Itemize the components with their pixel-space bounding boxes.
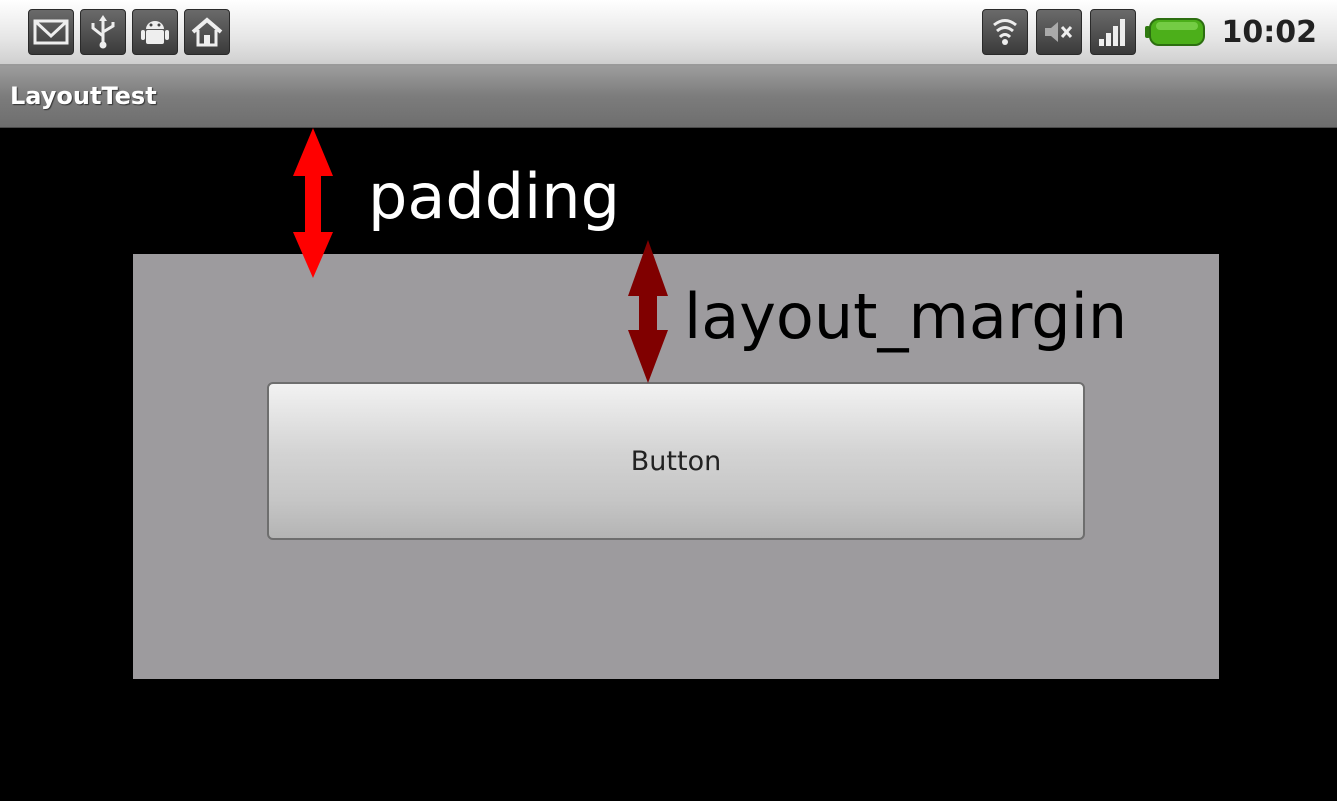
status-bar: 10:02 [0, 0, 1337, 66]
app-title-bar: LayoutTest [0, 66, 1337, 128]
main-button[interactable]: Button [267, 382, 1085, 540]
battery-icon [1144, 17, 1206, 47]
padding-label: padding [368, 160, 620, 233]
notification-icons [28, 9, 230, 55]
system-icons: 10:02 [981, 9, 1318, 55]
signal-icon [1089, 9, 1136, 55]
wifi-icon [981, 9, 1028, 55]
margin-arrow [628, 240, 668, 383]
padding-arrow [293, 128, 333, 278]
usb-icon[interactable] [80, 9, 126, 55]
status-clock: 10:02 [1221, 14, 1318, 50]
gmail-icon[interactable] [28, 9, 74, 55]
home-icon[interactable] [184, 9, 230, 55]
volume-muted-icon [1035, 9, 1082, 55]
android-debug-icon[interactable] [132, 9, 178, 55]
margin-label: layout_margin [684, 280, 1128, 353]
app-title: LayoutTest [10, 82, 157, 110]
